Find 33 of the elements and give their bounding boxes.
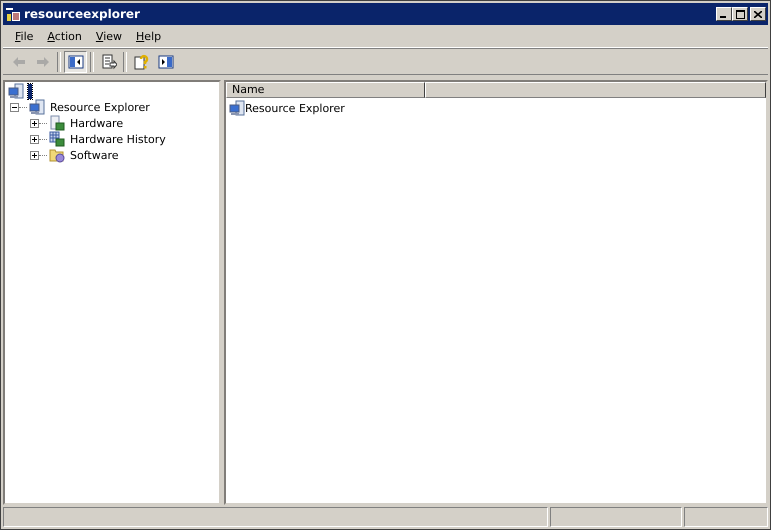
collapse-icon[interactable] [10, 102, 19, 112]
app-icon [5, 6, 21, 22]
maximize-button[interactable] [732, 7, 748, 21]
maximize-icon [736, 10, 744, 18]
close-icon [754, 10, 762, 18]
hardware-grid-icon [49, 131, 65, 147]
export-list-icon [100, 54, 116, 70]
menu-item[interactable]: Help [129, 30, 168, 42]
expand-icon[interactable] [30, 134, 39, 144]
hardware-icon [49, 115, 65, 131]
left-pane-icon [68, 54, 84, 70]
tree-item[interactable]: Hardware History [67, 132, 169, 146]
column-header[interactable]: Name [226, 82, 425, 98]
expand-icon[interactable] [30, 118, 39, 128]
list-item[interactable]: Resource Explorer [245, 102, 345, 114]
folder-icon [49, 147, 65, 163]
computer-icon [229, 100, 245, 116]
close-button[interactable] [750, 7, 766, 21]
menu-item[interactable]: File [8, 30, 40, 42]
right-pane-icon [158, 54, 174, 70]
tree-item[interactable]: Hardware [67, 116, 126, 130]
window-title: resourceexplorer [24, 7, 141, 21]
minimize-button[interactable] [716, 7, 732, 21]
computer-icon [29, 99, 45, 115]
computer-icon [8, 83, 24, 99]
tree-item[interactable]: Resource Explorer [47, 100, 153, 114]
menu-item[interactable]: View [88, 30, 130, 42]
tree-item[interactable]: Software [67, 148, 122, 162]
show-tree-button[interactable] [64, 51, 87, 73]
help-icon [134, 54, 150, 70]
expand-icon[interactable] [30, 150, 39, 160]
menu-item[interactable]: Action [40, 30, 89, 42]
right-arrow-icon [34, 54, 50, 70]
